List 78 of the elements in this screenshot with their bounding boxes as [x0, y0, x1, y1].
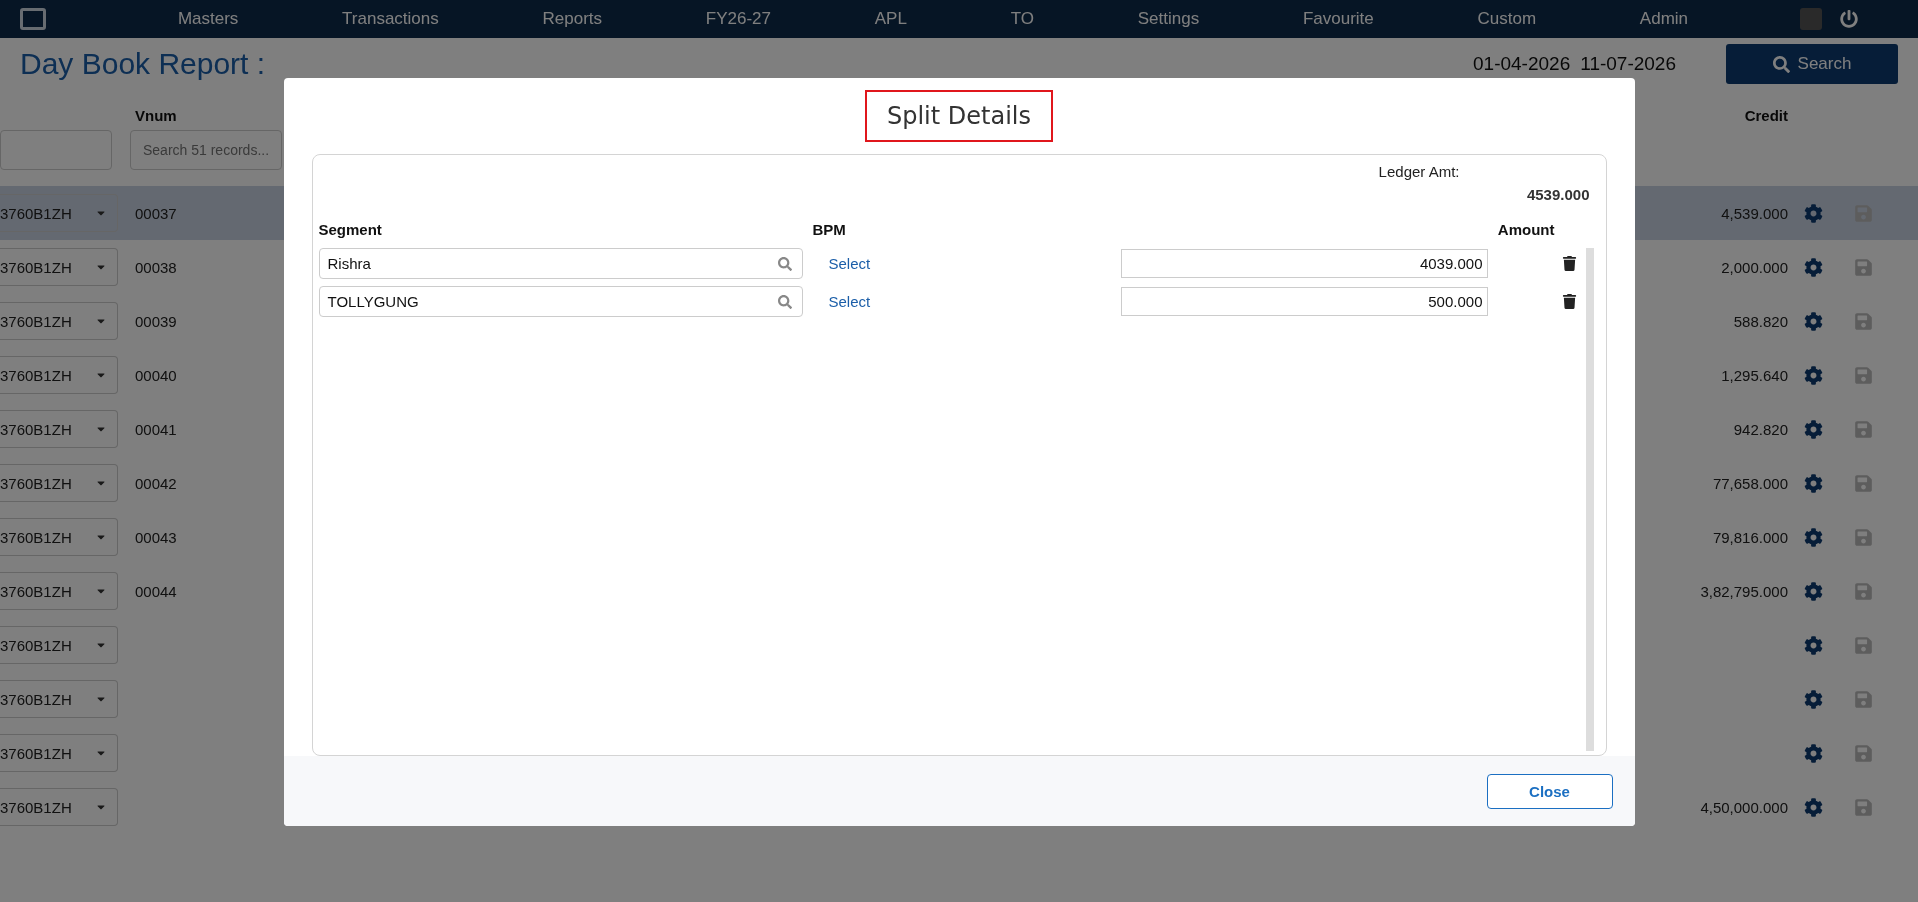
column-header: Amount	[1496, 221, 1555, 238]
nav-menu-item[interactable]: APL	[874, 9, 907, 29]
credit-cell-text: 942.820	[1732, 420, 1788, 438]
vnum-cell-text: 00041	[134, 420, 178, 438]
account-dropdown[interactable]: 3760B1ZH	[0, 410, 118, 448]
search-field[interactable]: Search 51 records...	[130, 130, 282, 170]
credit-cell-text: 77,658.000	[1711, 474, 1788, 492]
gear-icon[interactable]	[1803, 419, 1823, 439]
vnum-cell-text: 00042	[134, 474, 178, 492]
segment-field[interactable]: Rishra	[318, 248, 803, 279]
vnum-cell-text: 00039	[134, 312, 178, 330]
delete-icon[interactable]	[1561, 294, 1577, 309]
vnum-cell-text: 00040	[134, 366, 178, 384]
account-dropdown[interactable]: 3760B1ZH	[0, 464, 118, 502]
nav-menu-item[interactable]: TO	[1010, 9, 1034, 29]
nav-menu-item[interactable]: Reports	[542, 9, 603, 29]
power-icon[interactable]	[1840, 10, 1858, 28]
column-header: Segment	[318, 221, 383, 238]
gear-icon[interactable]	[1803, 257, 1823, 277]
gear-icon[interactable]	[1803, 581, 1823, 601]
gear-icon[interactable]	[1803, 689, 1823, 709]
nav-menu-item[interactable]: Transactions	[342, 9, 439, 29]
column-header: BPM	[811, 221, 847, 238]
column-header: Credit	[1743, 106, 1788, 124]
gear-icon[interactable]	[1803, 365, 1823, 385]
gear-icon[interactable]	[1803, 527, 1823, 547]
amount-field[interactable]: 4039.000	[1120, 249, 1488, 278]
account-dropdown[interactable]: 3760B1ZH	[0, 626, 118, 664]
credit-cell-text: 79,816.000	[1711, 528, 1788, 546]
nav-menu-item[interactable]: Custom	[1477, 9, 1537, 29]
delete-icon[interactable]	[1561, 256, 1577, 271]
credit-cell-text: 2,000.000	[1720, 258, 1788, 276]
column-header: Vnum	[134, 106, 178, 124]
scrollbar[interactable]	[1585, 248, 1594, 751]
credit-cell-text: 1,295.640	[1720, 366, 1788, 384]
search-icon	[1772, 55, 1790, 73]
search-button[interactable]: Search	[1726, 44, 1898, 84]
credit-cell-text: 3,82,795.000	[1699, 582, 1788, 600]
account-dropdown[interactable]: 3760B1ZH	[0, 734, 118, 772]
vnum-cell-text: 00037	[134, 204, 178, 222]
nav-menu-item[interactable]: Admin	[1639, 9, 1689, 29]
dialog-title: Split Details	[864, 90, 1053, 142]
account-dropdown[interactable]: 3760B1ZH	[0, 356, 118, 394]
vnum-cell-text: 00043	[134, 528, 178, 546]
gear-icon[interactable]	[1803, 203, 1823, 223]
segment-field[interactable]: TOLLYGUNG	[318, 286, 803, 317]
nav-menu-item[interactable]: FY26-27	[705, 9, 771, 29]
ledger-amt-label: Ledger Amt:	[1378, 163, 1460, 180]
date-from[interactable]: 01-04-2026	[1473, 53, 1571, 75]
logo-icon	[20, 8, 46, 30]
nav-menu-item[interactable]: Favourite	[1302, 9, 1374, 29]
account-dropdown[interactable]: 3760B1ZH	[0, 194, 118, 232]
account-dropdown[interactable]: 3760B1ZH	[0, 248, 118, 286]
account-dropdown[interactable]: 3760B1ZH	[0, 302, 118, 340]
account-dropdown[interactable]: 3760B1ZH	[0, 788, 118, 826]
credit-cell-text: 4,539.000	[1720, 204, 1788, 222]
nav-menu-item[interactable]: Masters	[177, 9, 239, 29]
close-button[interactable]: Close	[1486, 773, 1613, 809]
ledger-amt-value: 4539.000	[1526, 186, 1590, 203]
search-icon[interactable]	[777, 256, 792, 271]
account-dropdown[interactable]: 3760B1ZH	[0, 572, 118, 610]
credit-cell-text: 588.820	[1732, 312, 1788, 330]
vnum-cell-text: 00038	[134, 258, 178, 276]
vnum-cell-text: 00044	[134, 582, 178, 600]
gear-icon[interactable]	[1803, 797, 1823, 817]
account-dropdown[interactable]: 3760B1ZH	[0, 680, 118, 718]
gear-icon[interactable]	[1803, 743, 1823, 763]
gear-icon[interactable]	[1803, 635, 1823, 655]
filter-field[interactable]	[0, 130, 112, 170]
search-icon[interactable]	[777, 294, 792, 309]
account-dropdown[interactable]: 3760B1ZH	[0, 518, 118, 556]
page-title: Day Book Report :	[20, 47, 267, 81]
nav-menu-item[interactable]: Settings	[1137, 9, 1200, 29]
credit-cell-text: 4,50,000.000	[1699, 798, 1788, 816]
amount-field[interactable]: 500.000	[1120, 287, 1488, 316]
gear-icon[interactable]	[1803, 473, 1823, 493]
gear-icon[interactable]	[1803, 311, 1823, 331]
date-to[interactable]: 11-07-2026	[1580, 53, 1676, 75]
